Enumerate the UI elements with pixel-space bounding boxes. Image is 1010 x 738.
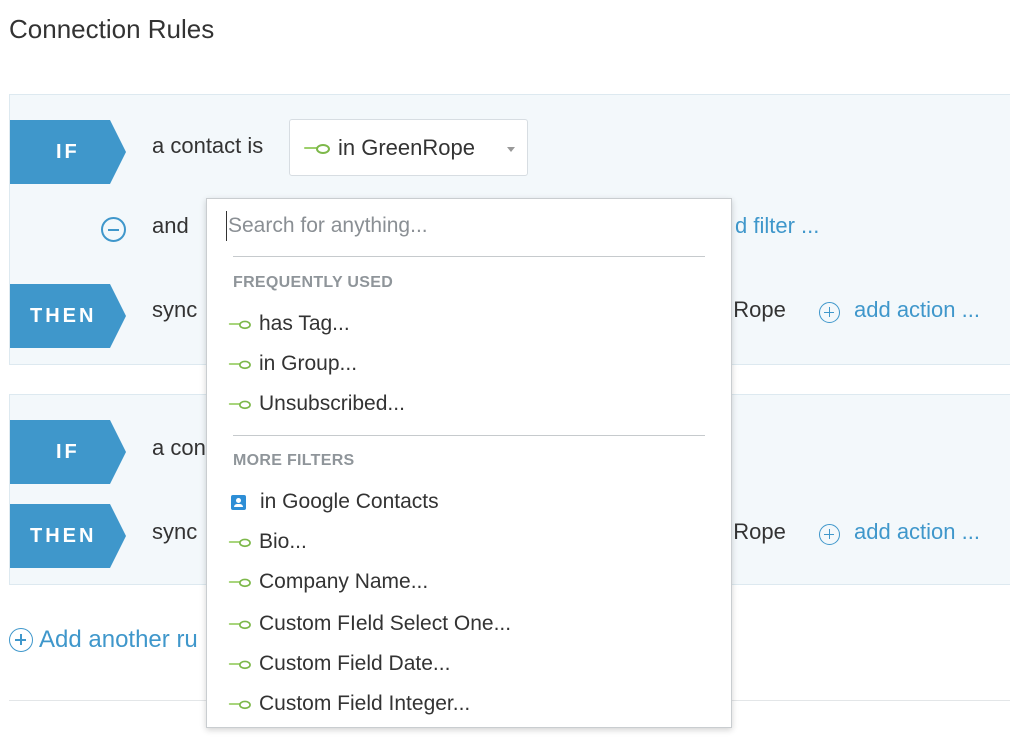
divider (233, 435, 705, 436)
filter-option-google-contacts[interactable]: in Google Contacts (227, 484, 707, 520)
greenrope-icon (228, 359, 251, 370)
greenrope-icon (228, 399, 251, 410)
plus-circle-icon (819, 524, 840, 546)
page-title: Connection Rules (9, 14, 215, 44)
filter-option-label: Bio... (259, 530, 307, 553)
filter-option-label: Custom Field Date... (259, 652, 451, 675)
plus-circle-icon (819, 302, 840, 324)
more-filters-header: MORE FILTERS (233, 452, 355, 469)
filter-dropdown: FREQUENTLY USED has Tag... in Group... U… (206, 198, 732, 728)
greenrope-icon (228, 577, 251, 588)
add-action-button[interactable]: add action ... (819, 519, 980, 546)
if-condition-text: a contact is (152, 133, 264, 158)
contact-source-value: in GreenRope (338, 134, 475, 160)
if-badge: IF (10, 420, 126, 484)
filter-search-input[interactable] (226, 211, 706, 241)
greenrope-icon (228, 319, 251, 330)
greenrope-icon (228, 699, 251, 710)
add-filter-link[interactable]: d filter ... (735, 213, 819, 239)
divider (233, 256, 705, 257)
filter-option-label: in Group... (259, 352, 358, 375)
greenrope-icon (228, 537, 251, 548)
then-badge: THEN (10, 284, 126, 348)
filter-option-label: Unsubscribed... (259, 392, 405, 415)
filter-option-label: Company Name... (259, 570, 429, 593)
filter-option-label: has Tag... (259, 312, 350, 335)
filter-option-label: Custom FIeld Select One... (259, 612, 512, 635)
remove-filter-icon[interactable] (101, 217, 126, 242)
filter-option-custom-field-integer[interactable]: Custom Field Integer... (227, 686, 707, 722)
and-label: and (152, 213, 189, 238)
if-condition-text: a con (152, 435, 206, 460)
add-action-label: add action ... (854, 297, 980, 322)
greenrope-icon (228, 659, 251, 670)
then-action-text: sync (152, 519, 198, 544)
filter-option-in-group[interactable]: in Group... (227, 346, 707, 382)
filter-option-label: Custom Field Integer... (259, 692, 471, 715)
filter-option-bio[interactable]: Bio... (227, 524, 707, 560)
frequently-used-header: FREQUENTLY USED (233, 274, 394, 291)
chevron-down-icon (507, 147, 515, 152)
greenrope-icon (228, 619, 251, 630)
greenrope-icon (304, 142, 330, 154)
filter-option-unsubscribed[interactable]: Unsubscribed... (227, 386, 707, 422)
filter-option-company-name[interactable]: Company Name... (227, 564, 707, 600)
then-badge: THEN (10, 504, 126, 568)
filter-option-has-tag[interactable]: has Tag... (227, 306, 707, 342)
add-rule-button[interactable]: Add another ru (9, 626, 198, 654)
then-action-text: sync (152, 297, 198, 322)
filter-option-custom-field-date[interactable]: Custom Field Date... (227, 646, 707, 682)
plus-circle-icon (9, 628, 33, 652)
google-contacts-icon (231, 494, 246, 510)
add-rule-label: Add another ru (39, 626, 198, 653)
if-badge: IF (10, 120, 126, 184)
contact-source-select[interactable]: in GreenRope (289, 119, 528, 176)
filter-option-label: in Google Contacts (260, 490, 439, 513)
filter-option-custom-field-select-one[interactable]: Custom FIeld Select One... (227, 606, 707, 642)
add-action-label: add action ... (854, 519, 980, 544)
add-action-button[interactable]: add action ... (819, 297, 980, 324)
